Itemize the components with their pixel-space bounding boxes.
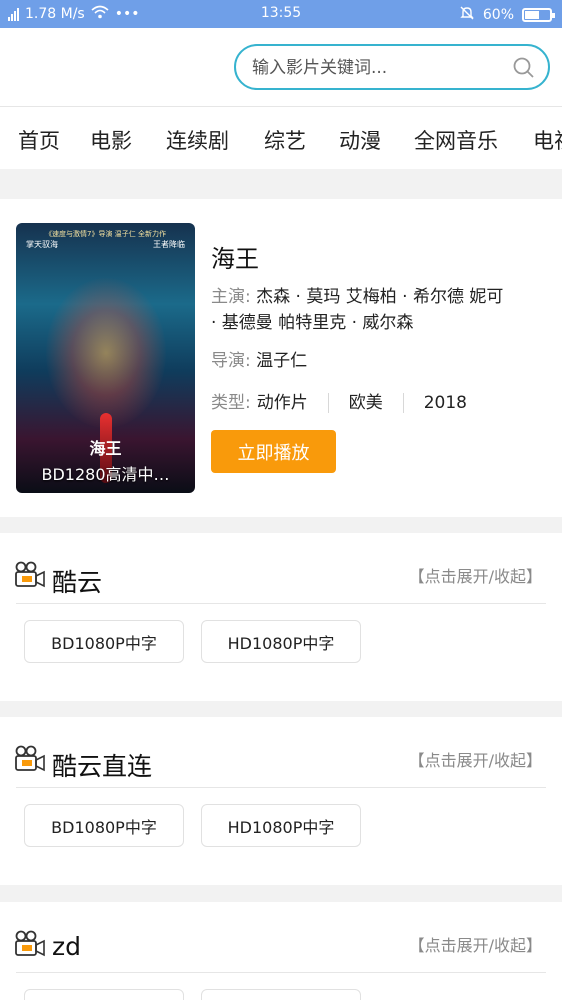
episode-button[interactable]: BD1080P中字 (24, 620, 184, 663)
search-icon[interactable] (512, 56, 536, 80)
poster-quality-caption: BD1280高清中… (41, 465, 170, 484)
source-section: 酷云直连 【点击展开/收起】 BD1080P中字 HD1080P中字 (0, 717, 562, 885)
play-now-button[interactable]: 立即播放 (211, 430, 336, 473)
movie-info-card: 《速度与激情7》导演 温子仁 全新力作 掌天驭海 王者降临 海王 BD1280高… (0, 199, 562, 517)
source-section: 酷云 【点击展开/收起】 BD1080P中字 HD1080P中字 (0, 533, 562, 701)
header (0, 28, 562, 106)
poster-tagline: 《速度与激情7》导演 温子仁 全新力作 (45, 230, 166, 238)
source-title: 酷云直连 (52, 752, 153, 781)
category-tabs: 首页 电影 连续剧 综艺 动漫 全网音乐 电视 (0, 106, 562, 169)
movie-poster[interactable]: 《速度与激情7》导演 温子仁 全新力作 掌天驭海 王者降临 海王 BD1280高… (16, 223, 195, 493)
battery-icon (522, 8, 555, 22)
poster-artwork (46, 278, 166, 428)
genre-label: 类型: (211, 393, 251, 413)
divider (16, 972, 546, 973)
source-header[interactable]: 酷云 【点击展开/收起】 (0, 533, 562, 603)
expand-collapse-toggle[interactable]: 【点击展开/收起】 (409, 563, 542, 587)
tab-movies[interactable]: 电影 (90, 125, 132, 155)
divider (16, 787, 546, 788)
episode-button[interactable]: HD1080P中字 (201, 804, 361, 847)
divider (402, 393, 404, 413)
director-label: 导演: (211, 351, 251, 371)
status-bar: 1.78 M/s ••• 13:55 60% (0, 0, 562, 28)
search-box[interactable] (234, 44, 550, 90)
tab-anime[interactable]: 动漫 (339, 125, 381, 155)
poster-right-name: 王者降临 (153, 240, 185, 249)
video-camera-icon (14, 745, 46, 773)
expand-collapse-toggle[interactable]: 【点击展开/收起】 (409, 747, 542, 771)
search-input[interactable] (252, 56, 502, 80)
tab-music[interactable]: 全网音乐 (414, 125, 498, 155)
video-camera-icon (14, 930, 46, 958)
expand-collapse-toggle[interactable]: 【点击展开/收起】 (409, 932, 542, 956)
source-title: 酷云 (52, 568, 103, 597)
tab-variety[interactable]: 综艺 (264, 125, 306, 155)
year-value: 2018 (423, 393, 467, 413)
tab-home[interactable]: 首页 (18, 125, 60, 155)
poster-left-name: 掌天驭海 (26, 240, 58, 249)
director-row: 导演: 温子仁 (211, 348, 307, 374)
director-value: 温子仁 (256, 351, 308, 371)
tab-series[interactable]: 连续剧 (166, 125, 229, 155)
battery-percent: 60% (482, 7, 514, 23)
divider (327, 393, 329, 413)
cast-label: 主演: (211, 287, 251, 307)
cast-row: 主演: 杰森 · 莫玛 艾梅柏 · 希尔德 妮可 · 基德曼 帕特里克 · 威尔… (211, 284, 511, 336)
episode-button[interactable] (201, 989, 361, 1000)
tab-tv[interactable]: 电视 (533, 125, 562, 155)
source-title: zd (52, 932, 81, 961)
episode-button[interactable]: BD1080P中字 (24, 804, 184, 847)
divider (16, 603, 546, 604)
region-value: 欧美 (348, 393, 383, 413)
genre-value: 动作片 (256, 393, 308, 413)
movie-title: 海王 (211, 245, 259, 273)
mute-bell-icon (459, 5, 475, 25)
cast-value: 杰森 · 莫玛 艾梅柏 · 希尔德 妮可 · 基德曼 帕特里克 · 威尔森 (211, 287, 504, 333)
source-section: zd 【点击展开/收起】 (0, 902, 562, 1000)
source-header[interactable]: 酷云直连 【点击展开/收起】 (0, 717, 562, 787)
episode-button[interactable]: HD1080P中字 (201, 620, 361, 663)
source-header[interactable]: zd 【点击展开/收起】 (0, 902, 562, 972)
poster-title: 海王 (89, 439, 122, 458)
video-camera-icon (14, 561, 46, 589)
episode-button[interactable] (24, 989, 184, 1000)
genre-row: 类型: 动作片 欧美 2018 (211, 390, 467, 416)
